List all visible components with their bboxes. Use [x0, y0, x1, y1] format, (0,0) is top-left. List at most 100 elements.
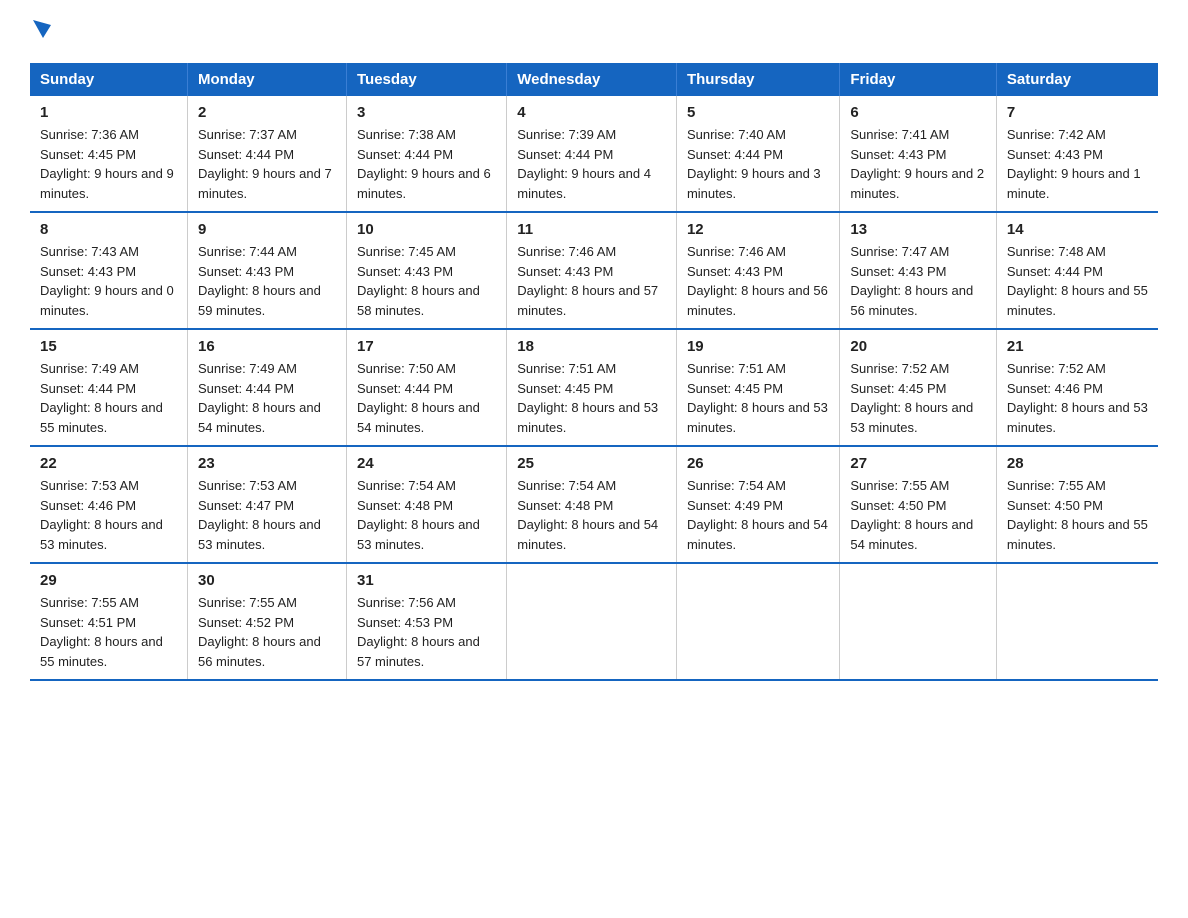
day-cell: 29 Sunrise: 7:55 AMSunset: 4:51 PMDaylig…	[30, 563, 187, 680]
day-cell: 24 Sunrise: 7:54 AMSunset: 4:48 PMDaylig…	[346, 446, 506, 563]
day-cell: 15 Sunrise: 7:49 AMSunset: 4:44 PMDaylig…	[30, 329, 187, 446]
day-info: Sunrise: 7:40 AMSunset: 4:44 PMDaylight:…	[687, 125, 829, 203]
day-number: 20	[850, 338, 986, 355]
calendar-table: SundayMondayTuesdayWednesdayThursdayFrid…	[30, 63, 1158, 681]
day-info: Sunrise: 7:42 AMSunset: 4:43 PMDaylight:…	[1007, 125, 1148, 203]
day-number: 19	[687, 338, 829, 355]
header-row: SundayMondayTuesdayWednesdayThursdayFrid…	[30, 63, 1158, 96]
logo	[30, 20, 51, 43]
day-info: Sunrise: 7:38 AMSunset: 4:44 PMDaylight:…	[357, 125, 496, 203]
day-cell	[996, 563, 1158, 680]
day-cell: 16 Sunrise: 7:49 AMSunset: 4:44 PMDaylig…	[187, 329, 346, 446]
day-cell: 21 Sunrise: 7:52 AMSunset: 4:46 PMDaylig…	[996, 329, 1158, 446]
logo-triangle-icon	[33, 20, 51, 38]
day-info: Sunrise: 7:49 AMSunset: 4:44 PMDaylight:…	[198, 359, 336, 437]
day-number: 2	[198, 104, 336, 121]
day-cell: 13 Sunrise: 7:47 AMSunset: 4:43 PMDaylig…	[840, 212, 997, 329]
day-cell: 11 Sunrise: 7:46 AMSunset: 4:43 PMDaylig…	[507, 212, 677, 329]
day-number: 8	[40, 221, 177, 238]
day-info: Sunrise: 7:49 AMSunset: 4:44 PMDaylight:…	[40, 359, 177, 437]
week-row-4: 22 Sunrise: 7:53 AMSunset: 4:46 PMDaylig…	[30, 446, 1158, 563]
day-cell: 30 Sunrise: 7:55 AMSunset: 4:52 PMDaylig…	[187, 563, 346, 680]
day-cell: 23 Sunrise: 7:53 AMSunset: 4:47 PMDaylig…	[187, 446, 346, 563]
day-cell: 4 Sunrise: 7:39 AMSunset: 4:44 PMDayligh…	[507, 96, 677, 212]
header-cell-wednesday: Wednesday	[507, 63, 677, 96]
day-number: 5	[687, 104, 829, 121]
week-row-5: 29 Sunrise: 7:55 AMSunset: 4:51 PMDaylig…	[30, 563, 1158, 680]
day-info: Sunrise: 7:53 AMSunset: 4:47 PMDaylight:…	[198, 476, 336, 554]
day-cell: 8 Sunrise: 7:43 AMSunset: 4:43 PMDayligh…	[30, 212, 187, 329]
header-cell-saturday: Saturday	[996, 63, 1158, 96]
day-info: Sunrise: 7:37 AMSunset: 4:44 PMDaylight:…	[198, 125, 336, 203]
day-info: Sunrise: 7:52 AMSunset: 4:46 PMDaylight:…	[1007, 359, 1148, 437]
day-number: 16	[198, 338, 336, 355]
day-cell: 19 Sunrise: 7:51 AMSunset: 4:45 PMDaylig…	[676, 329, 839, 446]
day-info: Sunrise: 7:51 AMSunset: 4:45 PMDaylight:…	[687, 359, 829, 437]
day-number: 15	[40, 338, 177, 355]
day-info: Sunrise: 7:54 AMSunset: 4:48 PMDaylight:…	[517, 476, 666, 554]
day-cell: 1 Sunrise: 7:36 AMSunset: 4:45 PMDayligh…	[30, 96, 187, 212]
day-number: 3	[357, 104, 496, 121]
day-info: Sunrise: 7:54 AMSunset: 4:48 PMDaylight:…	[357, 476, 496, 554]
day-number: 24	[357, 455, 496, 472]
day-info: Sunrise: 7:53 AMSunset: 4:46 PMDaylight:…	[40, 476, 177, 554]
day-number: 25	[517, 455, 666, 472]
day-info: Sunrise: 7:44 AMSunset: 4:43 PMDaylight:…	[198, 242, 336, 320]
day-cell: 18 Sunrise: 7:51 AMSunset: 4:45 PMDaylig…	[507, 329, 677, 446]
day-info: Sunrise: 7:55 AMSunset: 4:50 PMDaylight:…	[850, 476, 986, 554]
day-number: 6	[850, 104, 986, 121]
header-cell-friday: Friday	[840, 63, 997, 96]
day-number: 17	[357, 338, 496, 355]
page-header	[30, 20, 1158, 43]
day-number: 27	[850, 455, 986, 472]
day-cell: 10 Sunrise: 7:45 AMSunset: 4:43 PMDaylig…	[346, 212, 506, 329]
day-cell: 17 Sunrise: 7:50 AMSunset: 4:44 PMDaylig…	[346, 329, 506, 446]
day-cell: 22 Sunrise: 7:53 AMSunset: 4:46 PMDaylig…	[30, 446, 187, 563]
week-row-1: 1 Sunrise: 7:36 AMSunset: 4:45 PMDayligh…	[30, 96, 1158, 212]
day-info: Sunrise: 7:41 AMSunset: 4:43 PMDaylight:…	[850, 125, 986, 203]
day-cell: 9 Sunrise: 7:44 AMSunset: 4:43 PMDayligh…	[187, 212, 346, 329]
day-info: Sunrise: 7:55 AMSunset: 4:50 PMDaylight:…	[1007, 476, 1148, 554]
day-number: 30	[198, 572, 336, 589]
week-row-2: 8 Sunrise: 7:43 AMSunset: 4:43 PMDayligh…	[30, 212, 1158, 329]
day-number: 4	[517, 104, 666, 121]
day-info: Sunrise: 7:55 AMSunset: 4:51 PMDaylight:…	[40, 593, 177, 671]
day-cell: 20 Sunrise: 7:52 AMSunset: 4:45 PMDaylig…	[840, 329, 997, 446]
day-number: 1	[40, 104, 177, 121]
day-cell: 3 Sunrise: 7:38 AMSunset: 4:44 PMDayligh…	[346, 96, 506, 212]
day-cell: 14 Sunrise: 7:48 AMSunset: 4:44 PMDaylig…	[996, 212, 1158, 329]
header-cell-tuesday: Tuesday	[346, 63, 506, 96]
week-row-3: 15 Sunrise: 7:49 AMSunset: 4:44 PMDaylig…	[30, 329, 1158, 446]
calendar-header: SundayMondayTuesdayWednesdayThursdayFrid…	[30, 63, 1158, 96]
day-cell	[507, 563, 677, 680]
day-info: Sunrise: 7:46 AMSunset: 4:43 PMDaylight:…	[517, 242, 666, 320]
day-cell: 27 Sunrise: 7:55 AMSunset: 4:50 PMDaylig…	[840, 446, 997, 563]
day-number: 21	[1007, 338, 1148, 355]
calendar-body: 1 Sunrise: 7:36 AMSunset: 4:45 PMDayligh…	[30, 96, 1158, 680]
day-cell: 6 Sunrise: 7:41 AMSunset: 4:43 PMDayligh…	[840, 96, 997, 212]
day-cell: 25 Sunrise: 7:54 AMSunset: 4:48 PMDaylig…	[507, 446, 677, 563]
header-cell-sunday: Sunday	[30, 63, 187, 96]
day-info: Sunrise: 7:45 AMSunset: 4:43 PMDaylight:…	[357, 242, 496, 320]
day-info: Sunrise: 7:52 AMSunset: 4:45 PMDaylight:…	[850, 359, 986, 437]
day-cell	[840, 563, 997, 680]
day-info: Sunrise: 7:43 AMSunset: 4:43 PMDaylight:…	[40, 242, 177, 320]
day-number: 28	[1007, 455, 1148, 472]
day-info: Sunrise: 7:56 AMSunset: 4:53 PMDaylight:…	[357, 593, 496, 671]
day-number: 23	[198, 455, 336, 472]
day-cell: 2 Sunrise: 7:37 AMSunset: 4:44 PMDayligh…	[187, 96, 346, 212]
header-cell-monday: Monday	[187, 63, 346, 96]
day-number: 22	[40, 455, 177, 472]
day-number: 29	[40, 572, 177, 589]
day-cell: 5 Sunrise: 7:40 AMSunset: 4:44 PMDayligh…	[676, 96, 839, 212]
day-info: Sunrise: 7:50 AMSunset: 4:44 PMDaylight:…	[357, 359, 496, 437]
day-number: 9	[198, 221, 336, 238]
day-number: 13	[850, 221, 986, 238]
day-number: 14	[1007, 221, 1148, 238]
day-number: 11	[517, 221, 666, 238]
day-cell: 7 Sunrise: 7:42 AMSunset: 4:43 PMDayligh…	[996, 96, 1158, 212]
day-info: Sunrise: 7:47 AMSunset: 4:43 PMDaylight:…	[850, 242, 986, 320]
day-info: Sunrise: 7:55 AMSunset: 4:52 PMDaylight:…	[198, 593, 336, 671]
day-number: 10	[357, 221, 496, 238]
day-info: Sunrise: 7:54 AMSunset: 4:49 PMDaylight:…	[687, 476, 829, 554]
